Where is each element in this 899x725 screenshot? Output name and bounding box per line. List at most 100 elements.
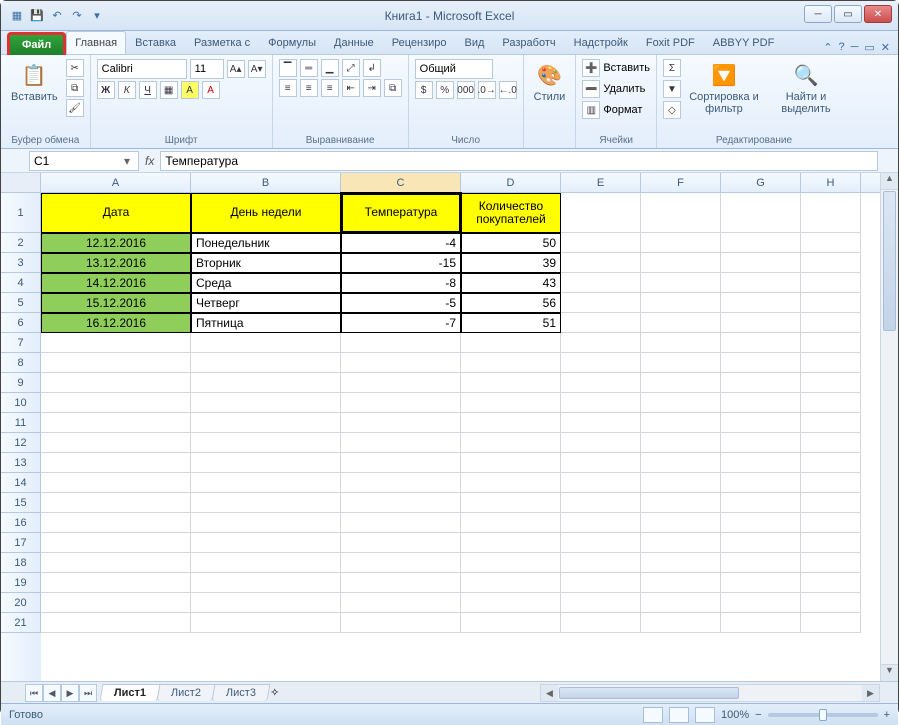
column-header[interactable]: C [341,173,461,192]
cell[interactable] [721,593,801,613]
qat-more-icon[interactable]: ▾ [89,8,105,24]
row-header[interactable]: 4 [1,273,41,293]
cell[interactable]: -8 [341,273,461,293]
ribbon-tab[interactable]: Вставка [126,31,185,54]
sheet-nav-next-icon[interactable]: ▶ [61,684,79,702]
currency-icon[interactable]: $ [415,81,433,99]
close-button[interactable]: ✕ [864,5,892,23]
cell[interactable] [41,333,191,353]
indent-inc-icon[interactable]: ⇥ [363,79,381,97]
cell[interactable] [41,393,191,413]
cell[interactable] [721,513,801,533]
save-icon[interactable]: 💾 [29,8,45,24]
ribbon-tab[interactable]: Надстройк [565,31,637,54]
scroll-left-icon[interactable]: ◀ [541,685,558,701]
cell[interactable] [641,193,721,233]
cell[interactable] [721,293,801,313]
shrink-font-icon[interactable]: A▾ [248,60,266,78]
cell[interactable] [41,453,191,473]
cell[interactable] [461,473,561,493]
cell[interactable] [641,573,721,593]
copy-icon[interactable]: ⧉ [66,79,84,97]
scroll-right-icon[interactable]: ▶ [862,685,879,701]
cell[interactable] [641,413,721,433]
cell[interactable] [461,453,561,473]
underline-icon[interactable]: Ч [139,81,157,99]
cell[interactable] [721,573,801,593]
cell[interactable]: Количество покупателей [461,193,561,233]
vertical-scrollbar[interactable]: ▲ ▼ [880,173,898,681]
format-cells-icon[interactable]: ▥ [582,101,600,119]
sheet-nav-prev-icon[interactable]: ◀ [43,684,61,702]
cell[interactable] [341,393,461,413]
cell[interactable] [41,353,191,373]
column-header[interactable]: A [41,173,191,192]
row-header[interactable]: 2 [1,233,41,253]
cell[interactable] [561,513,641,533]
cell[interactable] [641,533,721,553]
cell[interactable] [191,453,341,473]
percent-icon[interactable]: % [436,81,454,99]
dec-decimal-icon[interactable]: ←.0 [499,81,517,99]
cell[interactable]: Дата [41,193,191,233]
cell[interactable] [341,473,461,493]
cell[interactable]: 56 [461,293,561,313]
cell[interactable] [641,313,721,333]
ribbon-tab[interactable]: Разработч [493,31,564,54]
cell[interactable]: Температура [341,193,461,233]
cell[interactable] [191,393,341,413]
cell[interactable]: 12.12.2016 [41,233,191,253]
cell[interactable] [561,273,641,293]
formula-bar[interactable]: Температура [160,151,878,171]
cell[interactable] [721,333,801,353]
border-icon[interactable]: ▦ [160,81,178,99]
cell[interactable] [191,513,341,533]
cell[interactable] [461,573,561,593]
format-painter-icon[interactable]: 🖌 [66,99,84,117]
undo-icon[interactable]: ↶ [49,8,65,24]
cell[interactable] [721,613,801,633]
cell[interactable] [801,573,861,593]
cell[interactable] [561,433,641,453]
maximize-button[interactable]: ▭ [834,5,862,23]
cell[interactable]: Четверг [191,293,341,313]
cell[interactable] [561,553,641,573]
cell[interactable] [561,593,641,613]
fx-icon[interactable]: fx [145,154,154,168]
cell[interactable] [461,393,561,413]
cell[interactable]: -5 [341,293,461,313]
cell[interactable] [341,513,461,533]
cell[interactable] [341,333,461,353]
cell[interactable] [461,553,561,573]
ribbon-tab[interactable]: Данные [325,31,383,54]
cell[interactable] [561,573,641,593]
cell[interactable] [191,493,341,513]
cell[interactable] [641,233,721,253]
cell[interactable] [341,553,461,573]
cell[interactable] [641,373,721,393]
cell[interactable] [641,493,721,513]
cell[interactable] [721,553,801,573]
cell[interactable] [341,433,461,453]
cell[interactable] [801,373,861,393]
cell[interactable] [191,593,341,613]
cell[interactable] [561,333,641,353]
cell[interactable]: Понедельник [191,233,341,253]
cell[interactable]: -15 [341,253,461,273]
cell[interactable] [721,253,801,273]
scroll-down-icon[interactable]: ▼ [881,664,898,681]
row-header[interactable]: 16 [1,513,41,533]
cell[interactable]: 14.12.2016 [41,273,191,293]
cell[interactable] [801,533,861,553]
horizontal-scrollbar[interactable]: ◀ ▶ [540,684,880,702]
cell[interactable] [191,533,341,553]
cell[interactable] [41,513,191,533]
name-box-dropdown-icon[interactable]: ▾ [120,154,134,168]
inc-decimal-icon[interactable]: .0→ [478,81,496,99]
cell[interactable] [341,413,461,433]
clear-icon[interactable]: ◇ [663,101,681,119]
cell[interactable] [191,433,341,453]
cell[interactable] [561,393,641,413]
comma-icon[interactable]: 000 [457,81,475,99]
orientation-icon[interactable]: ⤢ [342,59,360,77]
